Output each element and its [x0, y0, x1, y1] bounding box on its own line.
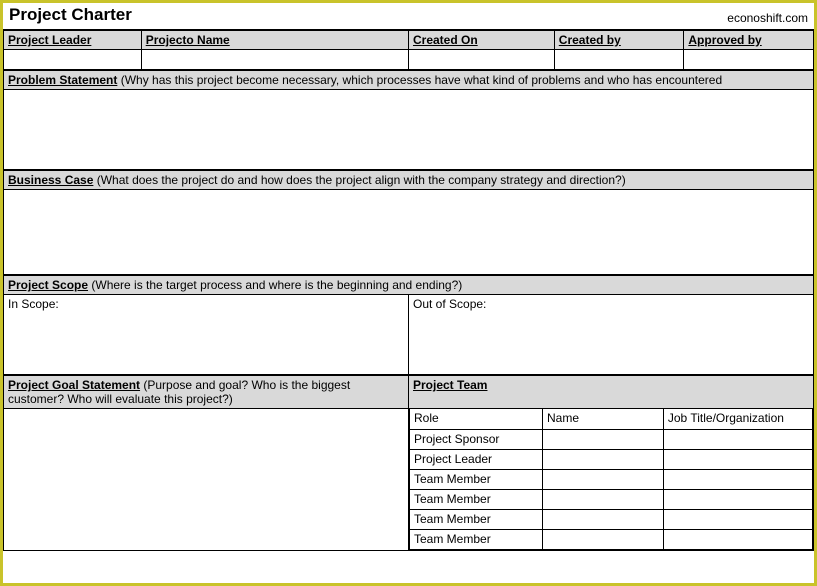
scope-desc: (Where is the target process and where i…: [88, 278, 462, 292]
team-role: Team Member: [410, 489, 543, 509]
scope-header: Project Scope (Where is the target proce…: [4, 276, 814, 295]
goal-input[interactable]: [4, 409, 409, 551]
team-org-input[interactable]: [663, 489, 812, 509]
brand-label: econoshift.com: [727, 11, 808, 25]
meta-table: Project Leader Projecto Name Created On …: [3, 30, 814, 70]
meta-approvedby-header: Approved by: [684, 31, 814, 50]
team-col-role: Role: [410, 409, 543, 429]
table-row: Project Sponsor: [410, 429, 813, 449]
meta-createdby-input[interactable]: [554, 50, 684, 70]
in-scope-input[interactable]: In Scope:: [4, 295, 409, 375]
in-scope-label: In Scope:: [8, 297, 59, 311]
problem-input[interactable]: [4, 90, 814, 170]
business-case-section: Business Case (What does the project do …: [3, 170, 814, 275]
team-role: Team Member: [410, 509, 543, 529]
team-role: Project Sponsor: [410, 429, 543, 449]
scope-section: Project Scope (Where is the target proce…: [3, 275, 814, 375]
page-title: Project Charter: [9, 5, 132, 25]
meta-createdon-header: Created On: [408, 31, 554, 50]
business-case-label: Business Case: [8, 173, 93, 187]
table-row: Team Member: [410, 529, 813, 549]
table-row: Team Member: [410, 509, 813, 529]
problem-label: Problem Statement: [8, 73, 117, 87]
meta-createdon-input[interactable]: [408, 50, 554, 70]
team-name-input[interactable]: [542, 449, 663, 469]
problem-header: Problem Statement (Why has this project …: [4, 71, 814, 90]
team-org-input[interactable]: [663, 449, 812, 469]
out-scope-input[interactable]: Out of Scope:: [409, 295, 814, 375]
team-org-input[interactable]: [663, 509, 812, 529]
team-name-input[interactable]: [542, 469, 663, 489]
table-row: Team Member: [410, 469, 813, 489]
team-org-input[interactable]: [663, 469, 812, 489]
team-role: Team Member: [410, 529, 543, 549]
business-case-header: Business Case (What does the project do …: [4, 171, 814, 190]
out-scope-label: Out of Scope:: [413, 297, 486, 311]
team-table: Role Name Job Title/Organization Project…: [409, 409, 813, 550]
table-row: Project Leader: [410, 449, 813, 469]
problem-section: Problem Statement (Why has this project …: [3, 70, 814, 170]
team-cell: Role Name Job Title/Organization Project…: [409, 409, 814, 551]
team-role: Team Member: [410, 469, 543, 489]
team-name-input[interactable]: [542, 529, 663, 549]
business-case-input[interactable]: [4, 190, 814, 275]
charter-document: Project Charter econoshift.com Project L…: [0, 0, 817, 586]
table-row: Team Member: [410, 489, 813, 509]
team-role: Project Leader: [410, 449, 543, 469]
goal-header: Project Goal Statement (Purpose and goal…: [4, 376, 409, 409]
business-case-desc: (What does the project do and how does t…: [93, 173, 625, 187]
meta-leader-input[interactable]: [4, 50, 142, 70]
team-name-input[interactable]: [542, 429, 663, 449]
meta-approvedby-input[interactable]: [684, 50, 814, 70]
goal-team-section: Project Goal Statement (Purpose and goal…: [3, 375, 814, 551]
team-header: Project Team: [409, 376, 814, 409]
meta-createdby-header: Created by: [554, 31, 684, 50]
team-org-input[interactable]: [663, 529, 812, 549]
team-name-input[interactable]: [542, 509, 663, 529]
team-col-name: Name: [542, 409, 663, 429]
team-name-input[interactable]: [542, 489, 663, 509]
meta-name-input[interactable]: [141, 50, 408, 70]
scope-label: Project Scope: [8, 278, 88, 292]
team-col-org: Job Title/Organization: [663, 409, 812, 429]
team-org-input[interactable]: [663, 429, 812, 449]
goal-label: Project Goal Statement: [8, 378, 140, 392]
title-row: Project Charter econoshift.com: [3, 3, 814, 30]
meta-leader-header: Project Leader: [4, 31, 142, 50]
problem-desc: (Why has this project become necessary, …: [117, 73, 722, 87]
meta-name-header: Projecto Name: [141, 31, 408, 50]
